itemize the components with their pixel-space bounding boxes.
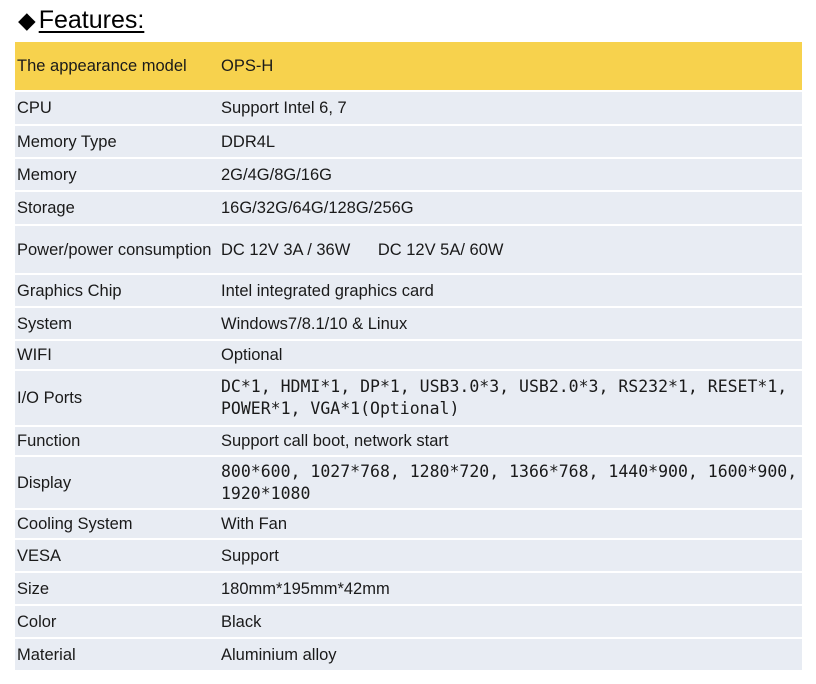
row-label: WIFI [15, 340, 218, 371]
row-label: Function [15, 426, 218, 457]
row-value: DC 12V 3A / 36W DC 12V 5A/ 60W [218, 225, 802, 275]
row-value: Black [218, 605, 802, 639]
row-value: DC*1, HDMI*1, DP*1, USB3.0*3, USB2.0*3, … [218, 370, 802, 427]
table-header-row: The appearance model OPS-H [15, 42, 802, 92]
row-label: Memory [15, 158, 218, 192]
row-label: VESA [15, 539, 218, 573]
row-label: I/O Ports [15, 370, 218, 427]
features-heading: ◆ Features: [18, 2, 144, 38]
row-label: System [15, 307, 218, 341]
table-row: Size 180mm*195mm*42mm [15, 572, 802, 606]
row-value: 2G/4G/8G/16G [218, 158, 802, 192]
table-row: Cooling System With Fan [15, 509, 802, 540]
row-label: Color [15, 605, 218, 639]
row-label: Memory Type [15, 125, 218, 159]
row-value: 16G/32G/64G/128G/256G [218, 191, 802, 226]
table-row: WIFI Optional [15, 340, 802, 371]
table-row: I/O Ports DC*1, HDMI*1, DP*1, USB3.0*3, … [15, 370, 802, 427]
row-label: Display [15, 456, 218, 510]
table-row: Power/power consumption DC 12V 3A / 36W … [15, 225, 802, 275]
diamond-bullet-icon: ◆ [18, 6, 36, 33]
row-label: Storage [15, 191, 218, 226]
row-value: Support Intel 6, 7 [218, 91, 802, 126]
table-row: Function Support call boot, network star… [15, 426, 802, 457]
row-value: DDR4L [218, 125, 802, 159]
row-value: With Fan [218, 509, 802, 540]
row-value: Optional [218, 340, 802, 371]
row-value: Windows7/8.1/10 & Linux [218, 307, 802, 341]
header-value: OPS-H [218, 42, 802, 92]
row-value: Intel integrated graphics card [218, 274, 802, 308]
row-value: 180mm*195mm*42mm [218, 572, 802, 606]
row-value: Support call boot, network start [218, 426, 802, 457]
row-label: CPU [15, 91, 218, 126]
row-label: Material [15, 638, 218, 672]
table-row: Color Black [15, 605, 802, 639]
row-value: Aluminium alloy [218, 638, 802, 672]
features-title: Features: [38, 5, 145, 34]
spec-table: The appearance model OPS-H CPU Support I… [15, 42, 802, 672]
table-row: Memory Type DDR4L [15, 125, 802, 159]
table-row: Memory 2G/4G/8G/16G [15, 158, 802, 192]
table-row: Storage 16G/32G/64G/128G/256G [15, 191, 802, 226]
header-label: The appearance model [15, 42, 218, 92]
row-label: Cooling System [15, 509, 218, 540]
table-row: Display 800*600, 1027*768, 1280*720, 136… [15, 456, 802, 510]
table-row: Material Aluminium alloy [15, 638, 802, 672]
row-label: Power/power consumption [15, 225, 218, 275]
table-row: CPU Support Intel 6, 7 [15, 91, 802, 126]
table-row: Graphics Chip Intel integrated graphics … [15, 274, 802, 308]
table-row: System Windows7/8.1/10 & Linux [15, 307, 802, 341]
row-value: Support [218, 539, 802, 573]
row-label: Graphics Chip [15, 274, 218, 308]
row-value: 800*600, 1027*768, 1280*720, 1366*768, 1… [218, 456, 802, 510]
row-label: Size [15, 572, 218, 606]
table-row: VESA Support [15, 539, 802, 573]
